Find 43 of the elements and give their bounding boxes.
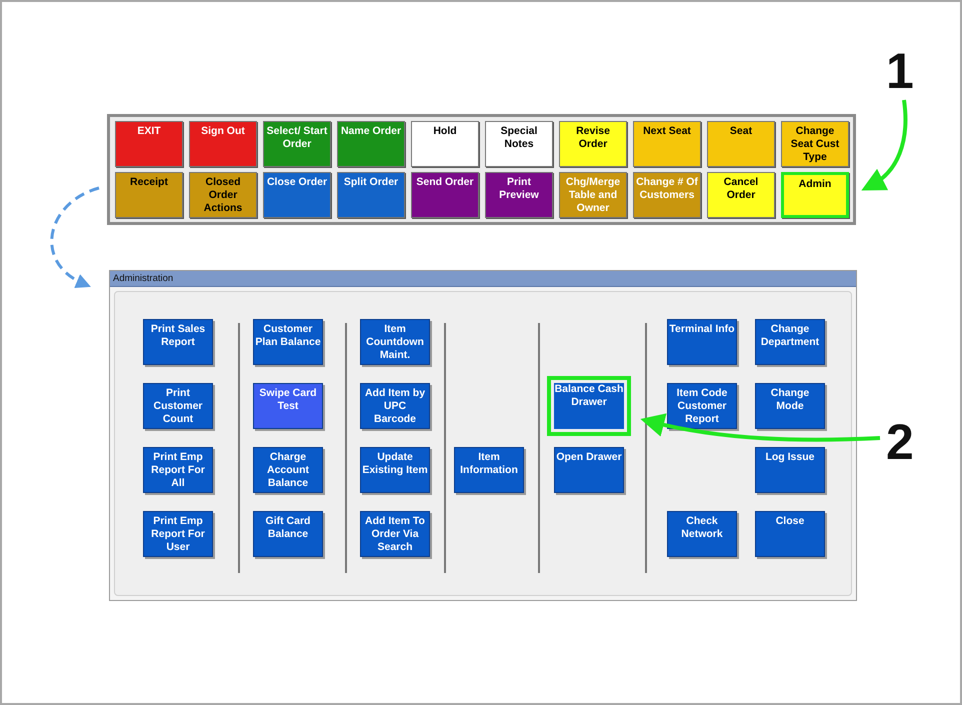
order-button[interactable]: Sign Out: [189, 121, 257, 167]
menu-button[interactable]: Gift Card Balance: [253, 511, 323, 557]
menu-button[interactable]: Change Mode: [755, 383, 825, 429]
order-button[interactable]: Select/ Start Order: [263, 121, 331, 167]
menu-button[interactable]: Item Information: [454, 447, 524, 493]
callout-number: 2: [886, 417, 914, 467]
callout-number: 1: [886, 46, 914, 96]
menu-button[interactable]: Balance Cash Drawer: [547, 376, 631, 436]
order-button[interactable]: Seat: [707, 121, 775, 167]
menu-button[interactable]: Print Customer Count: [143, 383, 213, 429]
menu-button[interactable]: Charge Account Balance: [253, 447, 323, 493]
window-title: Administration: [110, 271, 856, 287]
order-button[interactable]: Receipt: [115, 172, 183, 218]
menu-button[interactable]: Customer Plan Balance: [253, 319, 323, 365]
menu-button[interactable]: Open Drawer: [554, 447, 624, 493]
order-button[interactable]: Print Preview: [485, 172, 553, 218]
menu-button[interactable]: Print Emp Report For All: [143, 447, 213, 493]
menu-button[interactable]: Check Network: [667, 511, 737, 557]
menu-button[interactable]: Terminal Info: [667, 319, 737, 365]
order-button[interactable]: Split Order: [337, 172, 405, 218]
menu-button[interactable]: Add Item To Order Via Search: [360, 511, 430, 557]
menu-button[interactable]: Item Code Customer Report: [667, 383, 737, 429]
order-button[interactable]: Next Seat: [633, 121, 701, 167]
menu-button[interactable]: Update Existing Item: [360, 447, 430, 493]
menu-button[interactable]: Log Issue: [755, 447, 825, 493]
order-button[interactable]: Cancel Order: [707, 172, 775, 218]
order-button[interactable]: Close Order: [263, 172, 331, 218]
order-button[interactable]: EXIT: [115, 121, 183, 167]
menu-button[interactable]: Print Emp Report For User: [143, 511, 213, 557]
menu-button[interactable]: Change Department: [755, 319, 825, 365]
order-button[interactable]: Send Order: [411, 172, 479, 218]
menu-button[interactable]: Print Sales Report: [143, 319, 213, 365]
order-button[interactable]: Special Notes: [485, 121, 553, 167]
order-button[interactable]: Admin: [781, 172, 849, 218]
menu-button[interactable]: Add Item by UPC Barcode: [360, 383, 430, 429]
menu-button[interactable]: Item Countdown Maint.: [360, 319, 430, 365]
order-button[interactable]: Change Seat Cust Type: [781, 121, 849, 167]
menu-button[interactable]: Close: [755, 511, 825, 557]
order-button[interactable]: Name Order: [337, 121, 405, 167]
menu-button[interactable]: Swipe Card Test: [253, 383, 323, 429]
order-button[interactable]: Revise Order: [559, 121, 627, 167]
order-button[interactable]: Hold: [411, 121, 479, 167]
order-button[interactable]: Closed Order Actions: [189, 172, 257, 218]
